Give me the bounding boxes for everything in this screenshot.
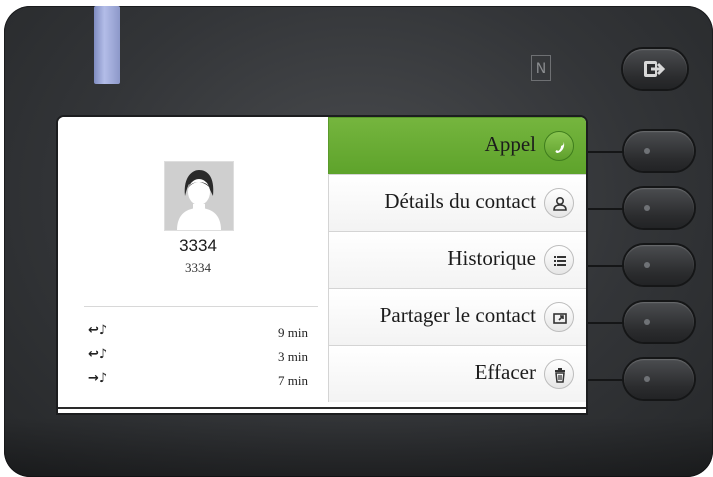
person-silhouette-icon: [165, 162, 233, 230]
menu-item-contact-details[interactable]: Détails du contact: [328, 174, 586, 231]
outgoing-call-icon: →♪: [88, 371, 108, 386]
menu-item-share-contact[interactable]: Partager le contact: [328, 288, 586, 345]
share-icon: [544, 302, 574, 332]
softkey-dot: [644, 319, 650, 325]
softkey-dot: [644, 205, 650, 211]
softkey-button-2[interactable]: [624, 188, 694, 228]
avatar: [164, 161, 234, 231]
menu-item-label: Détails du contact: [384, 189, 536, 213]
softkey-dot: [644, 262, 650, 268]
contact-number: 3334: [185, 260, 211, 275]
exit-button[interactable]: [623, 49, 687, 89]
history-row: ↩♪ 9 min: [88, 323, 308, 343]
nfc-icon: N: [531, 55, 551, 81]
phone-icon: [544, 131, 574, 161]
history-row: →♪ 7 min: [88, 371, 308, 391]
menu-item-label: Partager le contact: [379, 303, 536, 327]
menu-item-label: Historique: [447, 246, 536, 270]
action-menu: Appel Détails du contact Historique Part…: [328, 117, 586, 413]
menu-item-call[interactable]: Appel: [328, 117, 586, 174]
call-duration: 9 min: [278, 325, 308, 340]
softkey-dot: [644, 148, 650, 154]
menu-item-delete[interactable]: Effacer: [328, 345, 586, 402]
contact-name: 3334: [179, 236, 217, 255]
call-duration: 7 min: [278, 373, 308, 388]
softkey-button-4[interactable]: [624, 302, 694, 342]
list-icon: [544, 245, 574, 275]
menu-item-label: Appel: [484, 132, 536, 156]
softkey-dot: [644, 376, 650, 382]
softkey-button-3[interactable]: [624, 245, 694, 285]
menu-item-label: Effacer: [474, 360, 536, 384]
divider: [84, 306, 318, 307]
softkey-line-4: [586, 322, 626, 324]
softkey-line-3: [586, 265, 626, 267]
softkey-line-2: [586, 208, 626, 210]
exit-icon: [644, 61, 666, 77]
status-led: [94, 6, 120, 84]
softkey-line-1: [586, 151, 626, 153]
softkey-button-5[interactable]: [624, 359, 694, 399]
incoming-call-icon: ↩♪: [88, 347, 108, 362]
call-duration: 3 min: [278, 349, 308, 364]
screen-bottom-bar: [58, 407, 586, 413]
trash-icon: [544, 359, 574, 389]
person-icon: [544, 188, 574, 218]
incoming-call-icon: ↩♪: [88, 323, 108, 338]
softkey-line-5: [586, 379, 626, 381]
history-row: ↩♪ 3 min: [88, 347, 308, 367]
softkey-button-1[interactable]: [624, 131, 694, 171]
contact-panel: 3334 3334 ↩♪ 9 min ↩♪ 3 min →♪ 7 min: [58, 117, 328, 413]
menu-item-history[interactable]: Historique: [328, 231, 586, 288]
display-screen: 3334 3334 ↩♪ 9 min ↩♪ 3 min →♪ 7 min App…: [58, 117, 586, 413]
